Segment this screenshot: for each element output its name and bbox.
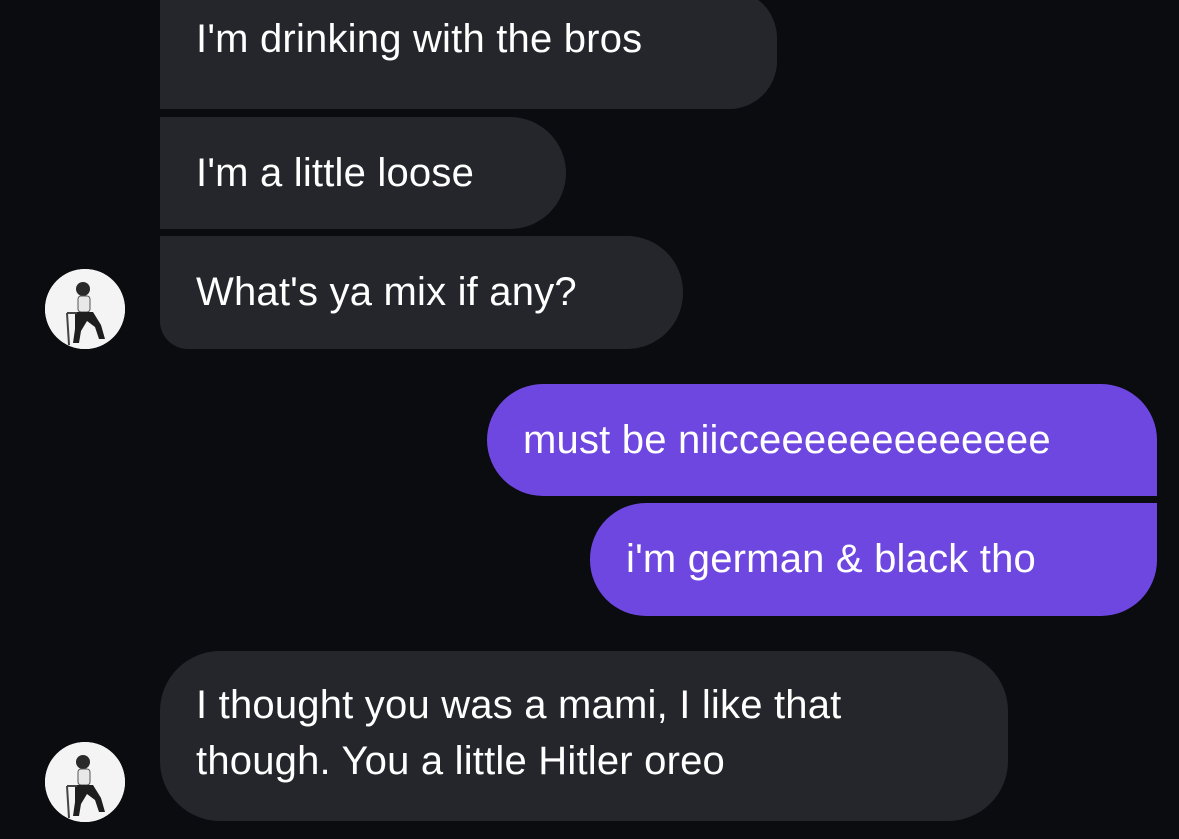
contact-avatar-icon[interactable]	[45, 269, 125, 349]
message-text-line: though. You a little Hitler oreo	[196, 739, 725, 783]
message-text: What's ya mix if any?	[196, 270, 577, 314]
incoming-message-bubble[interactable]: I'm a little loose	[160, 117, 566, 229]
message-text: I'm a little loose	[196, 151, 475, 195]
incoming-message-bubble[interactable]: I'm drinking with the bros	[160, 0, 777, 109]
incoming-message-bubble[interactable]: I thought you was a mami, I like that th…	[160, 651, 1008, 821]
message-text-line: I thought you was a mami, I like that	[196, 683, 842, 727]
outgoing-message-bubble[interactable]: i'm german & black tho	[590, 503, 1157, 616]
contact-avatar-icon[interactable]	[45, 742, 125, 822]
outgoing-message-bubble[interactable]: must be niicceeeeeeeeeeeee	[487, 384, 1157, 496]
incoming-message-bubble[interactable]: What's ya mix if any?	[160, 236, 683, 349]
message-text: I'm drinking with the bros	[196, 17, 643, 61]
message-text: must be niicceeeeeeeeeeeee	[523, 418, 1051, 462]
message-text: i'm german & black tho	[626, 537, 1036, 581]
